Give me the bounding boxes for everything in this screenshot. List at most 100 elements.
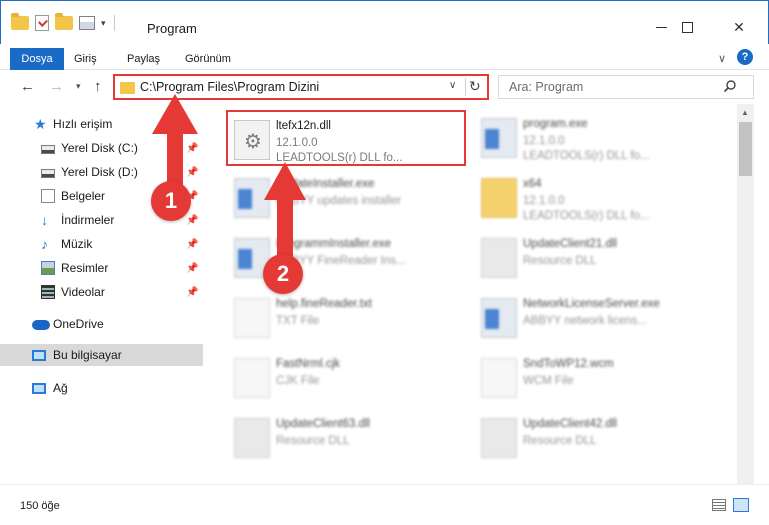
- sidebar-item-label: Yerel Disk (C:): [61, 141, 138, 155]
- scroll-thumb[interactable]: [739, 122, 752, 176]
- pin-icon[interactable]: 📌: [186, 263, 198, 274]
- scroll-up-icon[interactable]: ▲: [741, 108, 749, 117]
- help-icon[interactable]: ?: [737, 49, 753, 65]
- file-item[interactable]: help.fineReader.txt TXT File: [228, 290, 468, 346]
- file-name: ltefx12n.dll: [276, 120, 331, 132]
- file-item-ltefx12n-dll[interactable]: ltefx12n.dll 12.1.0.0 LEADTOOLS(r) DLL f…: [226, 110, 466, 166]
- drive-icon: [41, 168, 55, 178]
- sidebar-item-label: Videolar: [61, 285, 105, 299]
- drive-icon: [41, 144, 55, 154]
- step-2-badge: 2: [263, 254, 303, 294]
- details-view-icon[interactable]: [712, 499, 726, 511]
- divider: [113, 15, 115, 31]
- close-icon: ✕: [733, 18, 745, 35]
- folder-icon: [11, 13, 29, 30]
- tab-share[interactable]: Paylaş: [127, 48, 160, 70]
- tab-home[interactable]: Giriş: [74, 48, 97, 70]
- divider: [465, 78, 466, 96]
- file-name: FastNrml.cjk: [276, 358, 340, 370]
- sidebar-item-label: Yerel Disk (D:): [61, 165, 138, 179]
- file-item[interactable]: UpdateClient42.dll Resource DLL: [475, 410, 715, 466]
- star-icon: ★: [34, 116, 47, 132]
- pictures-icon: [41, 261, 55, 275]
- file-type: Resource DLL: [276, 435, 350, 447]
- up-button[interactable]: ↑: [94, 78, 102, 95]
- pin-icon[interactable]: 📌: [186, 215, 198, 226]
- sidebar-item-label: Müzik: [61, 237, 93, 251]
- file-version: 12.1.0.0: [523, 195, 565, 207]
- file-description: LEADTOOLS(r) DLL fo...: [523, 150, 650, 162]
- dll-icon: [234, 120, 270, 160]
- file-item[interactable]: SndToWP12.wcm WCM File: [475, 350, 715, 406]
- text-file-icon: [234, 298, 270, 338]
- sidebar-item-videos[interactable]: Videolar 📌: [0, 281, 203, 303]
- dll-icon: [234, 418, 270, 458]
- download-icon: ↓: [41, 212, 48, 228]
- close-button[interactable]: ✕: [719, 15, 759, 39]
- file-name: help.fineReader.txt: [276, 298, 372, 310]
- text-file-icon: [481, 358, 517, 398]
- back-button[interactable]: ←: [20, 78, 35, 95]
- sidebar-item-label: OneDrive: [53, 317, 104, 331]
- chevron-down-icon[interactable]: ▾: [101, 18, 106, 29]
- file-name: x64: [523, 178, 542, 190]
- maximize-button[interactable]: [667, 15, 707, 39]
- vertical-scrollbar[interactable]: ▲: [737, 104, 754, 484]
- pin-icon[interactable]: 📌: [186, 239, 198, 250]
- forward-button[interactable]: →: [49, 78, 64, 95]
- properties-check-icon[interactable]: [35, 15, 49, 31]
- tiles-view-icon[interactable]: [733, 498, 749, 512]
- expand-ribbon-icon[interactable]: ∨: [718, 52, 726, 65]
- file-name: SndToWP12.wcm: [523, 358, 614, 370]
- sidebar-item-label: İndirmeler: [61, 213, 115, 227]
- item-count: 150 öğe: [20, 500, 60, 512]
- file-type: WCM File: [523, 375, 574, 387]
- search-icon[interactable]: [723, 79, 737, 93]
- file-name: UpdateClient42.dll: [523, 418, 617, 430]
- documents-icon: [41, 189, 55, 203]
- sidebar-item-this-pc[interactable]: Bu bilgisayar: [0, 344, 203, 366]
- file-item[interactable]: NetworkLicenseServer.exe ABBYY network l…: [475, 290, 715, 346]
- window-title: Program: [147, 21, 197, 36]
- tab-file[interactable]: Dosya: [10, 48, 64, 70]
- file-description: LEADTOOLS(r) DLL fo...: [523, 210, 650, 222]
- dll-icon: [481, 418, 517, 458]
- refresh-icon[interactable]: ↻: [469, 78, 481, 95]
- sidebar-item-network[interactable]: Ağ: [0, 377, 203, 399]
- dll-icon: [481, 238, 517, 278]
- file-type: Resource DLL: [523, 435, 597, 447]
- tab-view[interactable]: Görünüm: [185, 48, 231, 70]
- file-item[interactable]: x64 12.1.0.0 LEADTOOLS(r) DLL fo...: [475, 170, 715, 226]
- network-icon: [32, 382, 46, 394]
- file-version: 12.1.0.0: [276, 137, 318, 149]
- file-item[interactable]: FastNrml.cjk CJK File: [228, 350, 468, 406]
- file-description: ABBYY network licens...: [523, 315, 647, 327]
- minimize-icon: [655, 26, 667, 28]
- computer-icon: [32, 349, 46, 361]
- sidebar-item-label: Hızlı erişim: [53, 117, 113, 131]
- file-type: Resource DLL: [523, 255, 597, 267]
- sidebar-item-music[interactable]: ♪ Müzik 📌: [0, 233, 203, 255]
- new-folder-icon[interactable]: [55, 13, 73, 30]
- customize-icon[interactable]: [79, 16, 95, 30]
- sidebar-item-label: Bu bilgisayar: [53, 348, 122, 362]
- ribbon: Dosya Giriş Paylaş Görünüm ∨ ?: [0, 44, 769, 70]
- file-name: UpdateClient63.dll: [276, 418, 370, 430]
- file-name: UpdateClient21.dll: [523, 238, 617, 250]
- folder-icon: [481, 178, 517, 218]
- file-item[interactable]: UpdateClient63.dll Resource DLL: [228, 410, 468, 466]
- videos-icon: [41, 285, 55, 299]
- file-name: program.exe: [523, 118, 588, 130]
- text-file-icon: [234, 358, 270, 398]
- search-input[interactable]: Ara: Program: [498, 75, 754, 99]
- pin-icon[interactable]: 📌: [186, 287, 198, 298]
- sidebar-item-onedrive[interactable]: OneDrive: [0, 313, 203, 335]
- sidebar-item-pictures[interactable]: Resimler 📌: [0, 257, 203, 279]
- file-item[interactable]: UpdateClient21.dll Resource DLL: [475, 230, 715, 286]
- application-icon: [481, 118, 517, 158]
- chevron-down-icon[interactable]: ∨: [449, 80, 456, 91]
- navigation-bar: ← → ▾ ↑ C:\Program Files\Program Dizini …: [0, 70, 769, 104]
- onedrive-icon: [32, 320, 50, 330]
- file-item[interactable]: program.exe 12.1.0.0 LEADTOOLS(r) DLL fo…: [475, 110, 715, 166]
- recent-locations-icon[interactable]: ▾: [76, 81, 81, 92]
